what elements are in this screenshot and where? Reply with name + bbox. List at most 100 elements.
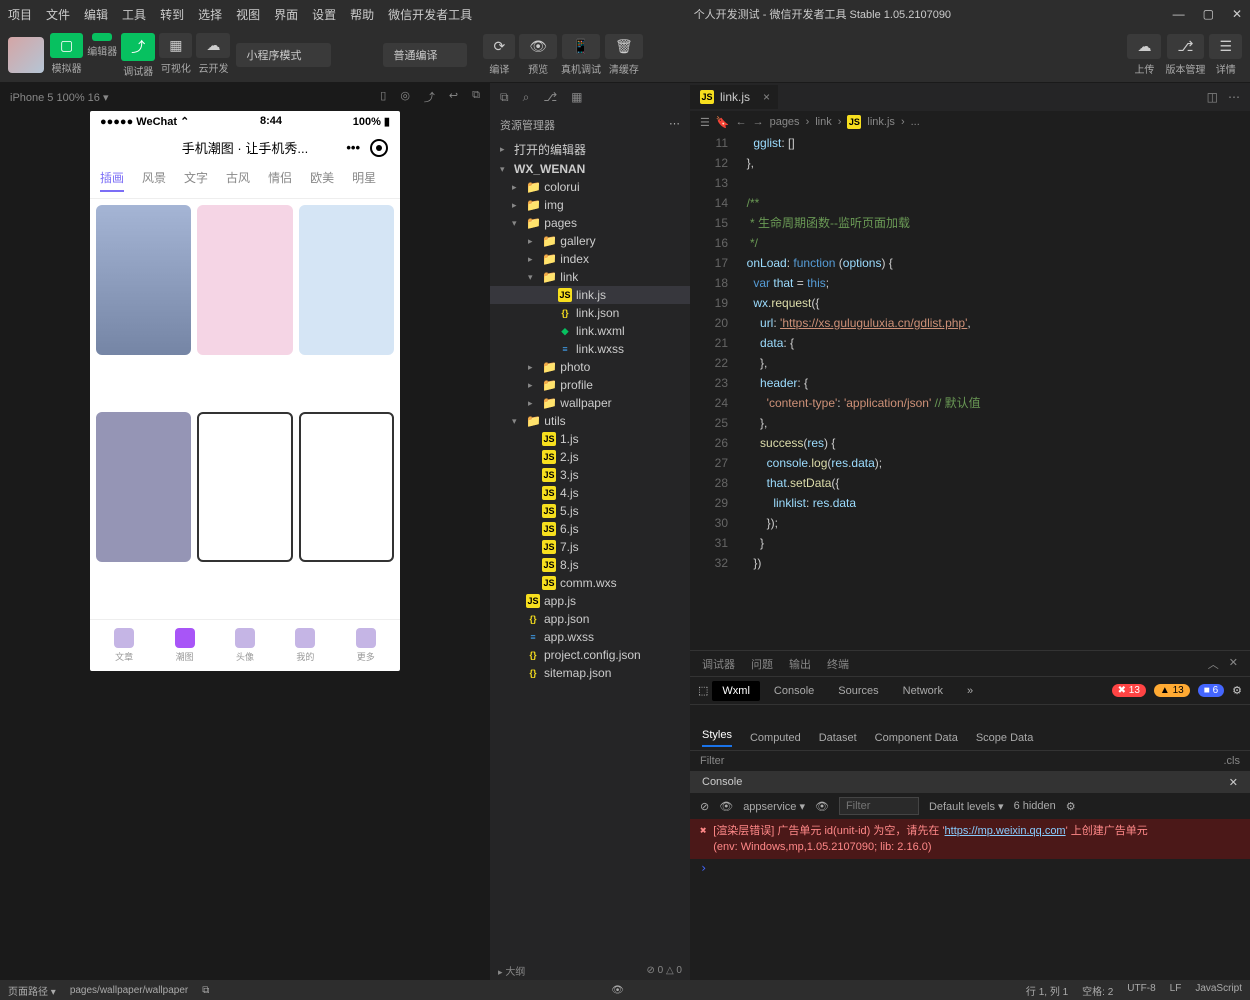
page-path[interactable]: pages/wallpaper/wallpaper (70, 985, 188, 996)
category-tab[interactable]: 文字 (184, 169, 208, 192)
tree-item[interactable]: JS comm.wxs (490, 574, 690, 592)
breadcrumb[interactable]: ☰🔖←→ pages › link › JS link.js › ... (690, 111, 1250, 133)
tree-item[interactable]: {} sitemap.json (490, 664, 690, 682)
tree-item[interactable]: ≡ link.wxss (490, 340, 690, 358)
menu-item[interactable]: 帮助 (350, 6, 374, 23)
tree-item[interactable]: {} app.json (490, 610, 690, 628)
language[interactable]: JavaScript (1195, 983, 1242, 998)
category-tab[interactable]: 风景 (142, 169, 166, 192)
files-icon[interactable]: ⧉ (500, 90, 509, 105)
capsule-close-icon[interactable] (370, 139, 388, 157)
tree-item[interactable]: JS 5.js (490, 502, 690, 520)
terminal-tab[interactable]: 终端 (827, 656, 849, 672)
tree-item[interactable]: ▾📁 pages (490, 214, 690, 232)
computed-tab[interactable]: Computed (750, 732, 801, 744)
mode-select[interactable]: 小程序模式 (236, 43, 331, 67)
menu-item[interactable]: 设置 (312, 6, 336, 23)
category-tab[interactable]: 明星 (352, 169, 376, 192)
tree-item[interactable]: ▸📁 gallery (490, 232, 690, 250)
toolbar-button[interactable]: ▦可视化 (159, 33, 192, 78)
more-icon[interactable]: ••• (346, 140, 360, 155)
console-filter[interactable] (839, 797, 919, 815)
devtab-wxml[interactable]: Wxml (712, 681, 760, 701)
toolbar-action[interactable]: 🗑清缓存 (605, 34, 643, 76)
devtab-network[interactable]: Network (893, 681, 953, 701)
eye-icon[interactable]: 👁 (815, 800, 829, 813)
nav-item[interactable]: 潮图 (175, 628, 195, 663)
category-tab[interactable]: 古风 (226, 169, 250, 192)
console-prompt[interactable]: › (690, 859, 1250, 877)
toolbar-button[interactable]: ▢模拟器 (50, 33, 83, 78)
eye-icon[interactable]: 👁 (719, 800, 733, 813)
gear-icon[interactable]: ⚙ (1232, 684, 1242, 697)
target-icon[interactable]: ◎ (400, 89, 410, 105)
devtab-sources[interactable]: Sources (828, 681, 888, 701)
menu-item[interactable]: 工具 (122, 6, 146, 23)
close-icon[interactable]: ✕ (1229, 776, 1238, 789)
category-tab[interactable]: 情侣 (268, 169, 292, 192)
toolbar-action[interactable]: ⟳编译 (483, 34, 515, 76)
close-icon[interactable]: ✕ (1229, 656, 1238, 672)
editor-tab[interactable]: JS link.js × (690, 85, 778, 109)
search-icon[interactable]: ⌕ (523, 90, 530, 105)
git-icon[interactable]: ⎇ (543, 90, 557, 104)
tree-item[interactable]: JS 1.js (490, 430, 690, 448)
tree-item[interactable]: ▸📁 photo (490, 358, 690, 376)
hidden-count[interactable]: 6 hidden (1014, 800, 1056, 812)
cursor-pos[interactable]: 行 1, 列 1 (1026, 983, 1068, 998)
wallpaper-card[interactable] (96, 412, 191, 562)
scopedata-tab[interactable]: Scope Data (976, 732, 1033, 744)
maximize-icon[interactable]: ▢ (1203, 7, 1214, 21)
toolbar-button[interactable]: ⤴调试器 (121, 33, 155, 78)
toolbar-action[interactable]: 📱真机调试 (561, 34, 601, 76)
encoding[interactable]: UTF-8 (1127, 983, 1155, 998)
devtab-console[interactable]: Console (764, 681, 824, 701)
share-icon[interactable]: ⤴ (424, 89, 435, 105)
eye-icon[interactable]: 👁 (611, 985, 624, 996)
tree-item[interactable]: JS 8.js (490, 556, 690, 574)
device-select[interactable]: iPhone 5 100% 16 ▾ (10, 91, 108, 104)
problems-tab[interactable]: 问题 (751, 656, 773, 672)
tree-item[interactable]: JS link.js (490, 286, 690, 304)
tree-item[interactable]: JS 2.js (490, 448, 690, 466)
toolbar-right[interactable]: ⎇版本管理 (1165, 34, 1205, 76)
phone-icon[interactable]: ▯ (380, 89, 386, 105)
page-path-label[interactable]: 页面路径 ▾ (8, 983, 56, 998)
menu-item[interactable]: 微信开发者工具 (388, 6, 472, 23)
menu-item[interactable]: 编辑 (84, 6, 108, 23)
menu-item[interactable]: 视图 (236, 6, 260, 23)
tree-item[interactable]: ▸📁 profile (490, 376, 690, 394)
close-tab-icon[interactable]: × (763, 90, 770, 104)
gear-icon[interactable]: ⚙ (1066, 800, 1076, 813)
cls-toggle[interactable]: .cls (1224, 755, 1241, 767)
toolbar-action[interactable]: 👁预览 (519, 34, 557, 76)
tree-item[interactable]: JS 3.js (490, 466, 690, 484)
more-icon[interactable]: ⋯ (1228, 90, 1240, 104)
category-tab[interactable]: 插画 (100, 169, 124, 192)
nav-item[interactable]: 头像 (235, 628, 255, 663)
tree-item[interactable]: JS 7.js (490, 538, 690, 556)
nav-item[interactable]: 文章 (114, 628, 134, 663)
avatar[interactable] (8, 37, 44, 73)
tree-item[interactable]: ▾📁 link (490, 268, 690, 286)
tree-item[interactable]: JS app.js (490, 592, 690, 610)
inspect-icon[interactable]: ⬚ (698, 684, 708, 697)
minimize-icon[interactable]: — (1173, 7, 1185, 21)
levels-select[interactable]: Default levels ▾ (929, 800, 1004, 813)
output-tab[interactable]: 输出 (789, 656, 811, 672)
outline-title[interactable]: 大纲 (505, 967, 525, 978)
tree-item[interactable]: ▸📁 img (490, 196, 690, 214)
section-project[interactable]: ▾WX_WENAN (490, 160, 690, 178)
info-count[interactable]: ■ 6 (1198, 684, 1224, 697)
tree-item[interactable]: ▸📁 wallpaper (490, 394, 690, 412)
tree-item[interactable]: {} project.config.json (490, 646, 690, 664)
tree-item[interactable]: {} link.json (490, 304, 690, 322)
tree-item[interactable]: JS 4.js (490, 484, 690, 502)
menu-item[interactable]: 界面 (274, 6, 298, 23)
wallpaper-card[interactable] (299, 205, 394, 355)
section-editors[interactable]: ▸打开的编辑器 (490, 139, 690, 160)
more-icon[interactable]: ⋯ (669, 117, 680, 133)
wallpaper-card[interactable] (197, 412, 292, 562)
warn-count[interactable]: ▲ 13 (1154, 684, 1190, 697)
nav-item[interactable]: 我的 (295, 628, 315, 663)
